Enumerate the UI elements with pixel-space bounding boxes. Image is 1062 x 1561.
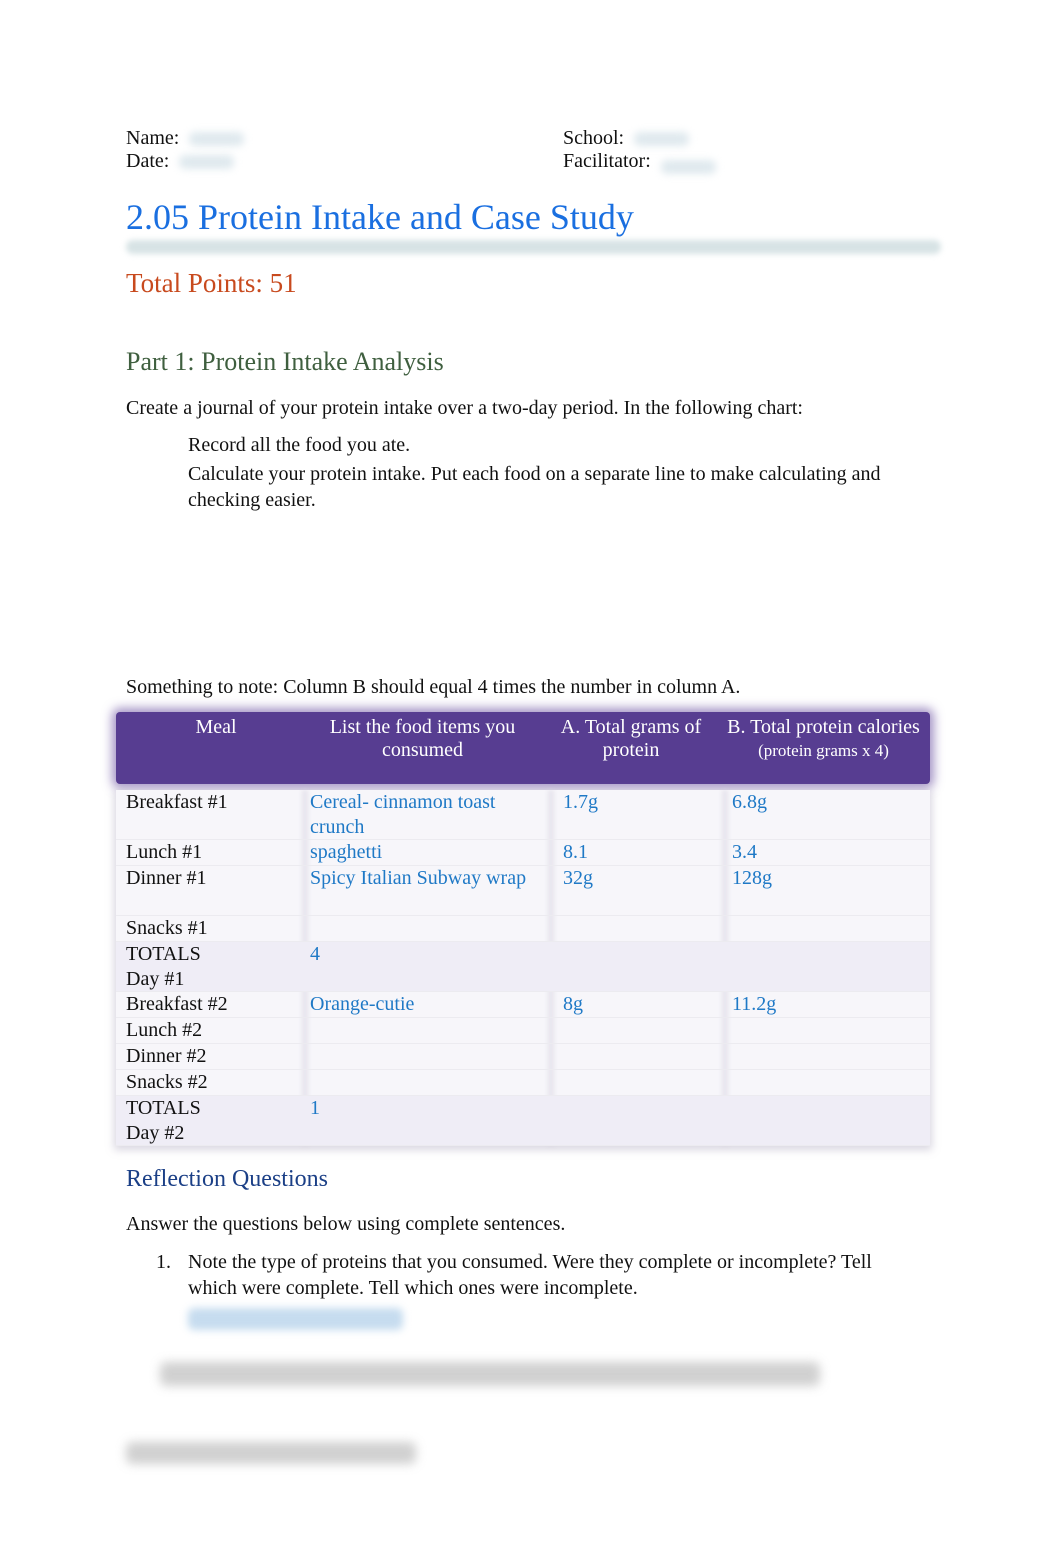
food-cell: spaghetti <box>310 841 383 863</box>
food-cell: Cereal- cinnamon toast crunch <box>310 791 496 838</box>
school-value-redacted <box>634 132 690 147</box>
name-label: Name: <box>126 127 180 149</box>
title-divider <box>126 240 941 254</box>
page-title: 2.05 Protein Intake and Case Study <box>126 197 634 237</box>
table-row: Snacks #1 <box>116 916 930 942</box>
meal-cell: Snacks #1 <box>126 917 208 939</box>
header-calories: B. Total protein calories (protein grams… <box>727 716 920 760</box>
footer-redacted <box>126 1442 416 1464</box>
table-row: Dinner #2 <box>116 1044 930 1070</box>
header-calories-sub: (protein grams x 4) <box>758 741 889 760</box>
grams-cell: 8g <box>563 993 583 1015</box>
calories-cell: 128g <box>732 867 772 889</box>
table-note: Something to note: Column B should equal… <box>126 676 741 698</box>
table-body: Breakfast #1 Cereal- cinnamon toast crunc… <box>116 790 930 1146</box>
table-row: Dinner #1 Spicy Italian Subway wrap 32g 128… <box>116 866 930 916</box>
protein-intake-table: Meal List the food items you consumed A.… <box>116 712 930 1146</box>
facilitator-field: Facilitator: <box>563 150 716 175</box>
food-cell: Orange-cutie <box>310 993 415 1015</box>
grams-cell: 32g <box>563 867 593 889</box>
instruction-list: Record all the food you ate. Calculate… <box>126 432 926 516</box>
grams-cell: 1.7g <box>563 791 598 813</box>
question-text: Note the type of proteins that you consu… <box>188 1251 872 1299</box>
meal-cell: Lunch #2 <box>126 1019 203 1041</box>
meal-cell: Lunch #1 <box>126 841 203 863</box>
part1-heading: Part 1: Protein Intake Analysis <box>126 347 444 376</box>
meal-cell: TOTALS Day #1 <box>126 943 201 990</box>
meal-cell: Snacks #2 <box>126 1071 208 1093</box>
facilitator-value-redacted <box>660 160 716 175</box>
answer-1-redacted <box>188 1308 403 1330</box>
table-row: Lunch #1 spaghetti 8.1 3.4 <box>116 840 930 866</box>
date-label: Date: <box>126 150 170 172</box>
question-number: 1. <box>156 1251 171 1273</box>
header-grams: A. Total grams of protein <box>560 716 702 761</box>
calories-cell: 11.2g <box>732 993 777 1015</box>
list-item: Calculate your protein intake. Put each… <box>126 461 926 513</box>
bullet-icon:  <box>156 432 168 458</box>
question-1: 1. Note the type of proteins that you co… <box>126 1249 916 1301</box>
table-row: Breakfast #1 Cereal- cinnamon toast crunc… <box>116 790 930 840</box>
school-label: School: <box>563 127 625 149</box>
name-field: Name: <box>126 127 245 150</box>
question-2-redacted <box>160 1362 820 1386</box>
header-food-items: List the food items you consumed <box>329 716 516 761</box>
part1-intro: Create a journal of your protein intake … <box>126 397 803 419</box>
school-field: School: <box>563 127 690 150</box>
food-cell: 1 <box>310 1097 320 1119</box>
date-value-redacted <box>179 155 235 170</box>
name-value-redacted <box>189 132 245 147</box>
table-row: Snacks #2 <box>116 1070 930 1096</box>
reflection-intro: Answer the questions below using complet… <box>126 1213 566 1235</box>
food-cell: Spicy Italian Subway wrap <box>310 867 527 889</box>
calories-cell: 6.8g <box>732 791 767 813</box>
food-cell: 4 <box>310 943 320 965</box>
facilitator-label: Facilitator: <box>563 150 651 172</box>
total-points: Total Points: 51 <box>126 268 297 298</box>
calories-cell: 3.4 <box>732 841 757 863</box>
reflection-heading: Reflection Questions <box>126 1166 328 1192</box>
table-row: Breakfast #2 Orange-cutie 8g 11.2g <box>116 992 930 1018</box>
date-field: Date: <box>126 150 235 173</box>
meal-cell: Dinner #2 <box>126 1045 207 1067</box>
list-item: Record all the food you ate. <box>126 432 926 458</box>
table-row: TOTALS Day #1 4 <box>116 942 930 992</box>
bullet-icon:  <box>156 461 168 487</box>
meal-cell: Dinner #1 <box>126 867 207 889</box>
header-meal: Meal <box>195 716 237 738</box>
table-header: Meal List the food items you consumed A.… <box>116 712 930 784</box>
meal-cell: TOTALS Day #2 <box>126 1097 201 1144</box>
meal-cell: Breakfast #1 <box>126 791 228 813</box>
table-row: Lunch #2 <box>116 1018 930 1044</box>
grams-cell: 8.1 <box>563 841 588 863</box>
meal-cell: Breakfast #2 <box>126 993 228 1015</box>
table-row: TOTALS Day #2 1 <box>116 1096 930 1146</box>
